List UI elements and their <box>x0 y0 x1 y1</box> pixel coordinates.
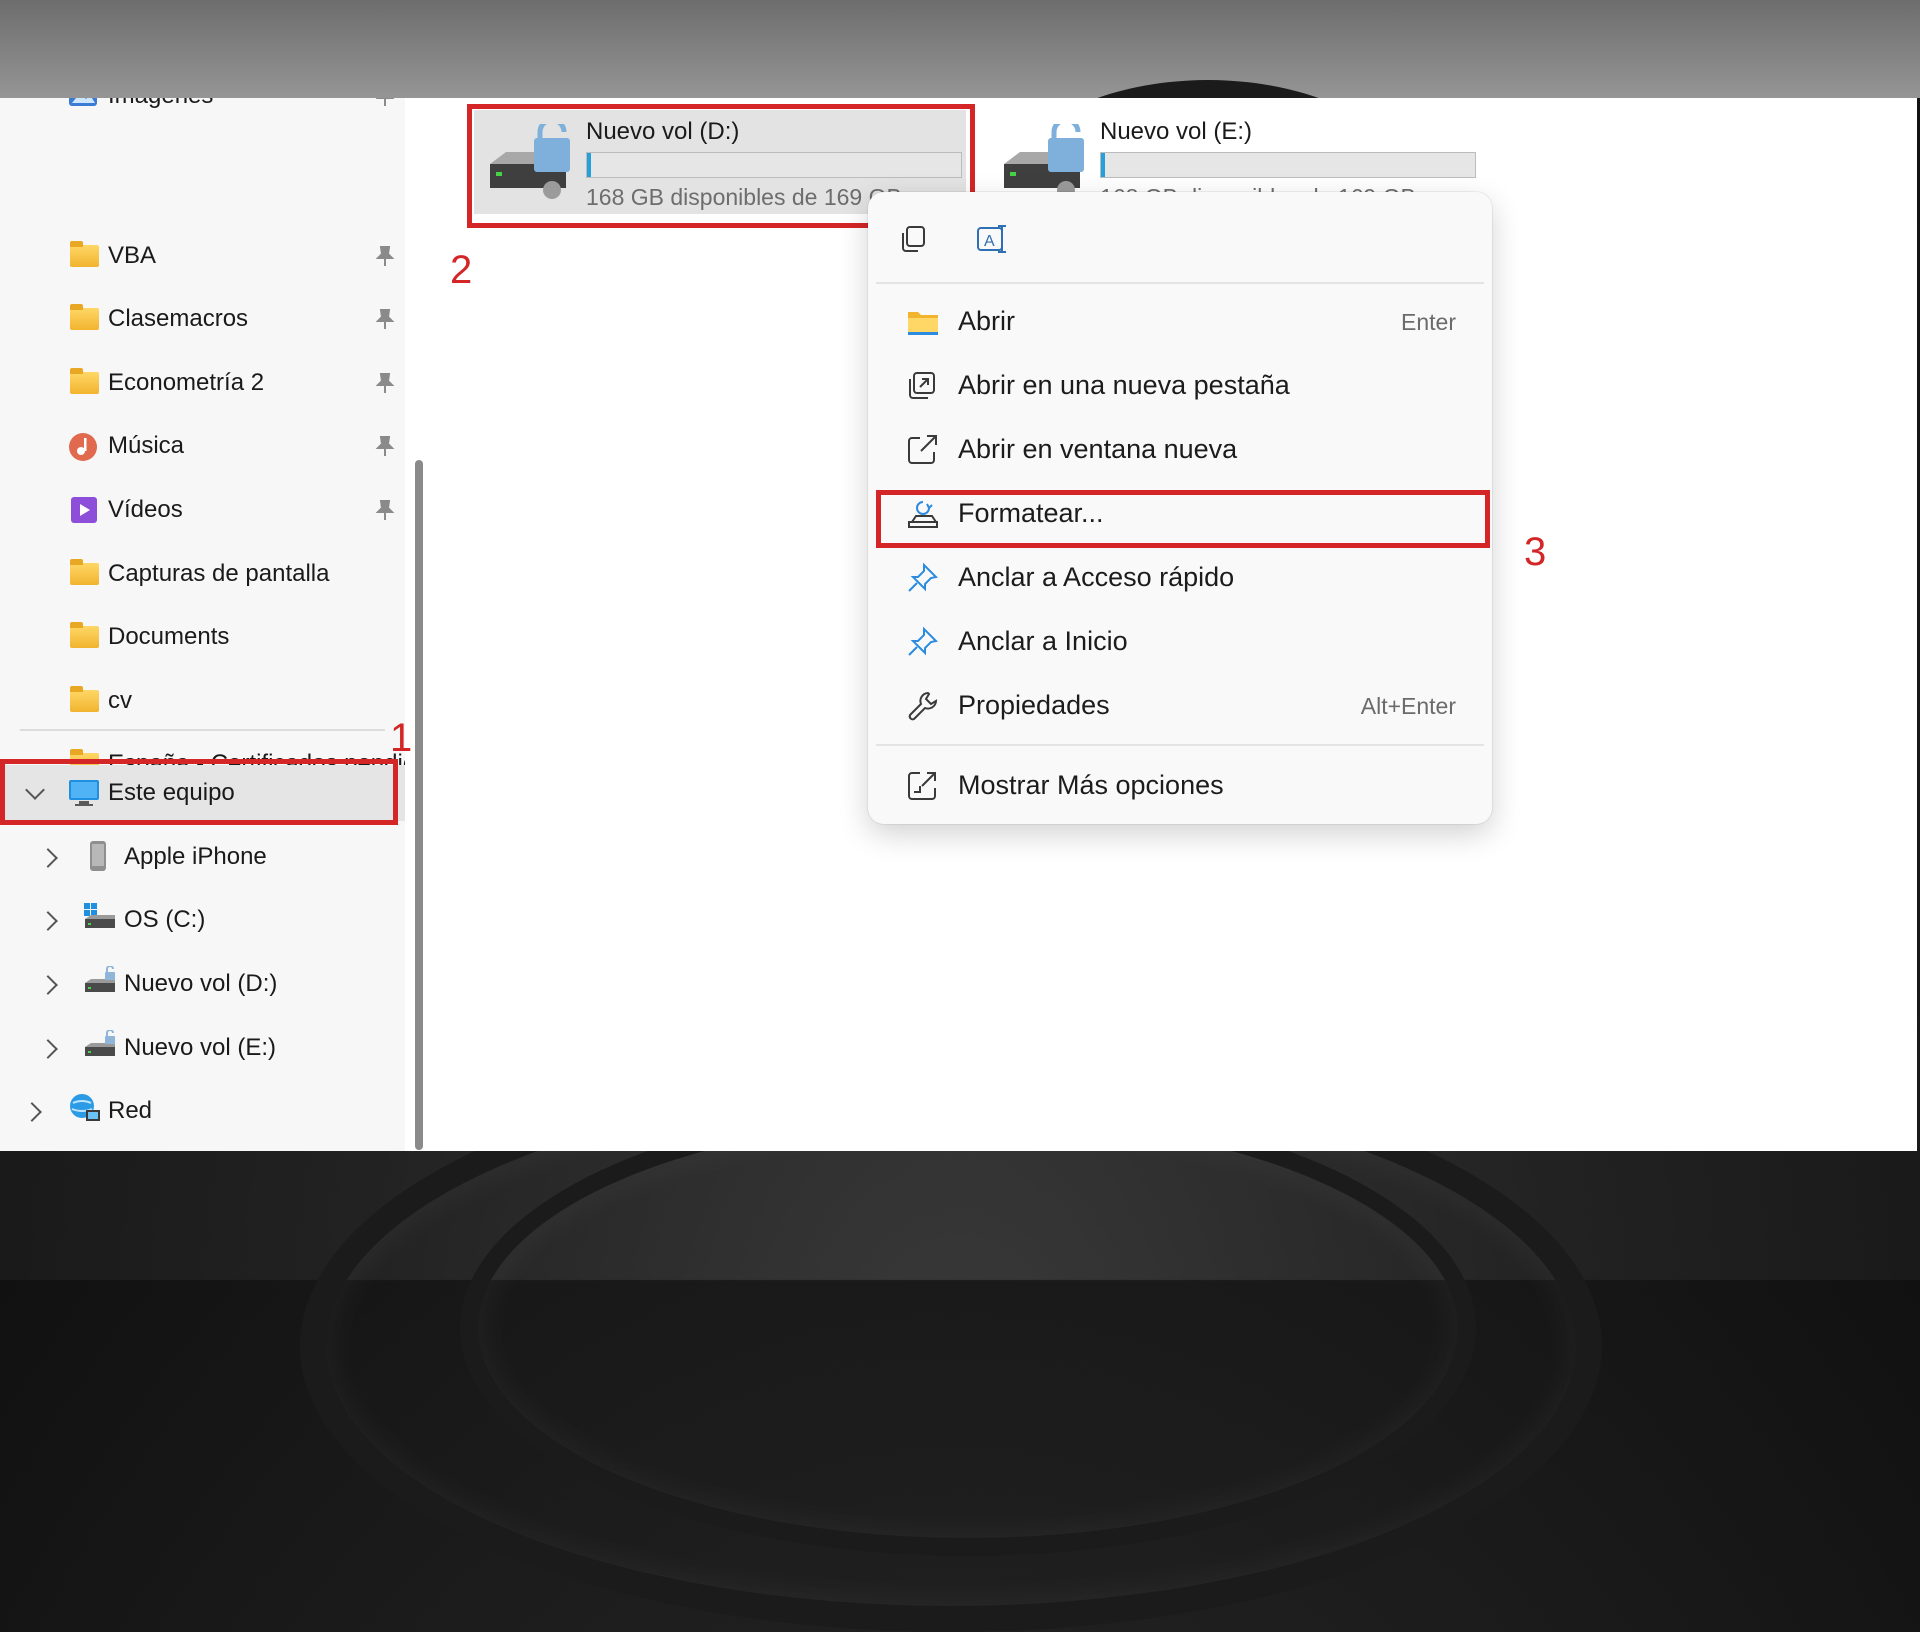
phone-icon <box>90 841 106 871</box>
navigation-pane: Imágenes VBA Clasemacros Econometría 2 M… <box>0 98 412 1151</box>
menu-item-label: Abrir en ventana nueva <box>958 434 1238 464</box>
svg-text:A: A <box>984 233 995 250</box>
sidebar-item-documents[interactable]: Documents <box>0 609 405 665</box>
drive-name: Nuevo vol (E:) <box>1100 118 1253 145</box>
sidebar-item-label: Clasemacros <box>108 305 249 332</box>
sidebar-item-clasemacros[interactable]: Clasemacros <box>0 291 405 347</box>
more-options-icon <box>908 772 936 800</box>
menu-item-label: Abrir <box>958 306 1016 336</box>
menu-item-mostrar-mas-opciones[interactable]: Mostrar Más opciones <box>878 756 1482 816</box>
menu-item-anclar-acceso-rapido[interactable]: Anclar a Acceso rápido <box>878 548 1482 608</box>
highlight-box-3 <box>876 490 1490 548</box>
folder-icon <box>70 304 99 330</box>
music-icon <box>69 433 97 461</box>
drive-icon <box>85 966 115 992</box>
videos-icon <box>71 497 97 523</box>
new-window-icon <box>908 435 937 464</box>
menu-item-shortcut: Alt+Enter <box>1360 693 1456 719</box>
menu-item-abrir-nueva-pestana[interactable]: Abrir en una nueva pestaña <box>878 356 1482 416</box>
folder-icon <box>70 241 99 267</box>
menu-item-label: Anclar a Inicio <box>958 626 1128 656</box>
sidebar-item-label: OS (C:) <box>124 906 206 933</box>
sidebar-item-label: Nuevo vol (E:) <box>124 1034 277 1061</box>
sidebar-item-nuevo-vol-e[interactable]: Nuevo vol (E:) <box>0 1020 405 1076</box>
pin-icon[interactable] <box>375 372 395 394</box>
menu-item-label: Anclar a Acceso rápido <box>958 562 1235 592</box>
pin-icon[interactable] <box>375 245 395 267</box>
wrench-icon <box>908 691 938 721</box>
sidebar-item-musica[interactable]: Música <box>0 418 405 474</box>
context-menu-quick-actions: A <box>868 192 1492 282</box>
annotation-1: 1 <box>390 716 413 760</box>
sidebar-item-cv[interactable]: cv <box>0 673 405 729</box>
network-icon <box>70 1094 100 1121</box>
drive-usage-fill <box>1101 153 1105 177</box>
desktop-top-band <box>0 0 1920 98</box>
drive-icon <box>85 1030 115 1056</box>
sidebar-separator <box>20 729 385 731</box>
folder-open-icon <box>908 312 938 335</box>
sidebar-item-imagenes[interactable]: Imágenes <box>0 98 405 124</box>
pin-icon <box>908 562 939 592</box>
sidebar-scrollbar[interactable] <box>415 460 423 1150</box>
sidebar-item-label: Vídeos <box>108 496 183 523</box>
sidebar-item-label: Capturas de pantalla <box>108 560 330 587</box>
folder-icon <box>70 686 99 712</box>
pin-icon[interactable] <box>375 499 395 521</box>
drive-usage-bar <box>1100 152 1476 178</box>
menu-item-anclar-inicio[interactable]: Anclar a Inicio <box>878 612 1482 672</box>
chevron-right-icon[interactable] <box>38 848 58 868</box>
chevron-right-icon[interactable] <box>38 911 58 931</box>
menu-item-label: Propiedades <box>958 690 1110 720</box>
annotation-2: 2 <box>450 248 473 292</box>
menu-item-shortcut: Enter <box>1401 309 1456 335</box>
sidebar-item-vba[interactable]: VBA <box>0 228 405 284</box>
sidebar-item-videos[interactable]: Vídeos <box>0 482 405 538</box>
menu-item-propiedades[interactable]: Propiedades Alt+Enter <box>878 676 1482 736</box>
folder-icon <box>70 559 99 585</box>
sidebar-item-label: Red <box>108 1097 153 1124</box>
menu-divider <box>876 282 1484 284</box>
sidebar-item-label: Nuevo vol (D:) <box>124 970 278 997</box>
sidebar-item-red[interactable]: Red <box>0 1083 405 1139</box>
pin-icon[interactable] <box>375 308 395 330</box>
folder-icon <box>70 368 99 394</box>
sidebar-item-label: cv <box>108 687 132 714</box>
menu-item-abrir[interactable]: Abrir Enter <box>878 292 1482 352</box>
sidebar-item-label: Apple iPhone <box>124 843 267 870</box>
sidebar-item-label: VBA <box>108 242 157 269</box>
rename-icon[interactable]: A <box>976 222 1010 256</box>
pin-icon <box>908 626 939 656</box>
sidebar-item-econometria-2[interactable]: Econometría 2 <box>0 355 405 411</box>
menu-item-label: Abrir en una nueva pestaña <box>958 370 1290 400</box>
annotation-3: 3 <box>1524 530 1547 574</box>
folder-icon <box>70 622 99 648</box>
chevron-right-icon[interactable] <box>38 975 58 995</box>
wallpaper-swirl <box>460 1100 1476 1556</box>
windows-drive-icon <box>84 903 115 928</box>
sidebar-item-label: Documents <box>108 623 230 650</box>
new-tab-icon <box>909 372 935 399</box>
menu-divider <box>876 744 1484 746</box>
file-explorer-window: Imágenes VBA Clasemacros Econometría 2 M… <box>0 98 1917 1151</box>
sidebar-item-nuevo-vol-d[interactable]: Nuevo vol (D:) <box>0 956 405 1012</box>
menu-item-abrir-ventana-nueva[interactable]: Abrir en ventana nueva <box>878 420 1482 480</box>
chevron-right-icon[interactable] <box>22 1102 42 1122</box>
sidebar-item-label: Música <box>108 432 185 459</box>
sidebar-item-label: Imágenes <box>108 98 213 110</box>
sidebar-item-os-c[interactable]: OS (C:) <box>0 892 405 948</box>
sidebar-item-capturas-de-pantalla[interactable]: Capturas de pantalla <box>0 546 405 602</box>
pin-icon[interactable] <box>375 98 395 107</box>
copy-icon[interactable] <box>898 224 928 254</box>
sidebar-item-label: Econometría 2 <box>108 369 265 396</box>
pin-icon[interactable] <box>375 435 395 457</box>
sidebar-item-apple-iphone[interactable]: Apple iPhone <box>0 829 405 885</box>
chevron-right-icon[interactable] <box>38 1039 58 1059</box>
menu-item-label: Mostrar Más opciones <box>958 770 1224 800</box>
highlight-box-1 <box>0 759 398 825</box>
pictures-icon <box>69 98 97 106</box>
